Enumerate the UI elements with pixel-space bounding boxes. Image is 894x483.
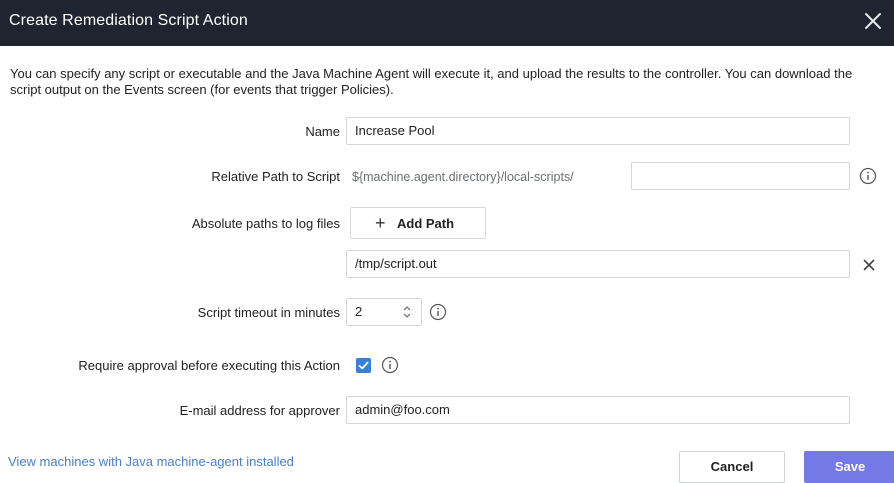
log-path-input[interactable]: /tmp/script.out (346, 250, 850, 278)
relative-path-prefix: ${machine.agent.directory}/local-scripts… (352, 170, 574, 184)
view-machines-link[interactable]: View machines with Java machine-agent in… (8, 454, 294, 469)
save-button[interactable]: Save (804, 451, 894, 483)
remove-path-icon[interactable] (861, 257, 877, 273)
approver-email-label: E-mail address for approver (179, 403, 340, 418)
plus-icon: + (375, 213, 386, 233)
name-label: Name (305, 124, 340, 139)
cancel-button[interactable]: Cancel (679, 451, 785, 483)
close-icon[interactable] (860, 8, 886, 34)
stepper-arrows-icon[interactable] (401, 302, 413, 322)
dialog-titlebar: Create Remediation Script Action (0, 0, 894, 46)
relative-path-label: Relative Path to Script (211, 169, 340, 184)
add-path-label: Add Path (397, 216, 455, 231)
relative-path-input[interactable] (631, 162, 850, 190)
approval-checkbox[interactable] (356, 358, 371, 373)
approval-label: Require approval before executing this A… (78, 358, 340, 373)
log-files-label: Absolute paths to log files (191, 216, 340, 231)
approval-info-icon[interactable] (381, 356, 399, 374)
name-input[interactable]: Increase Pool (346, 117, 850, 145)
timeout-label: Script timeout in minutes (197, 305, 340, 320)
dialog-description: You can specify any script or executable… (10, 66, 853, 97)
timeout-info-icon[interactable] (429, 303, 447, 321)
approver-email-field[interactable]: admin@foo.com (346, 396, 850, 424)
info-icon[interactable] (859, 167, 877, 185)
add-path-button[interactable]: + Add Path (350, 207, 486, 239)
dialog-title: Create Remediation Script Action (9, 12, 248, 29)
